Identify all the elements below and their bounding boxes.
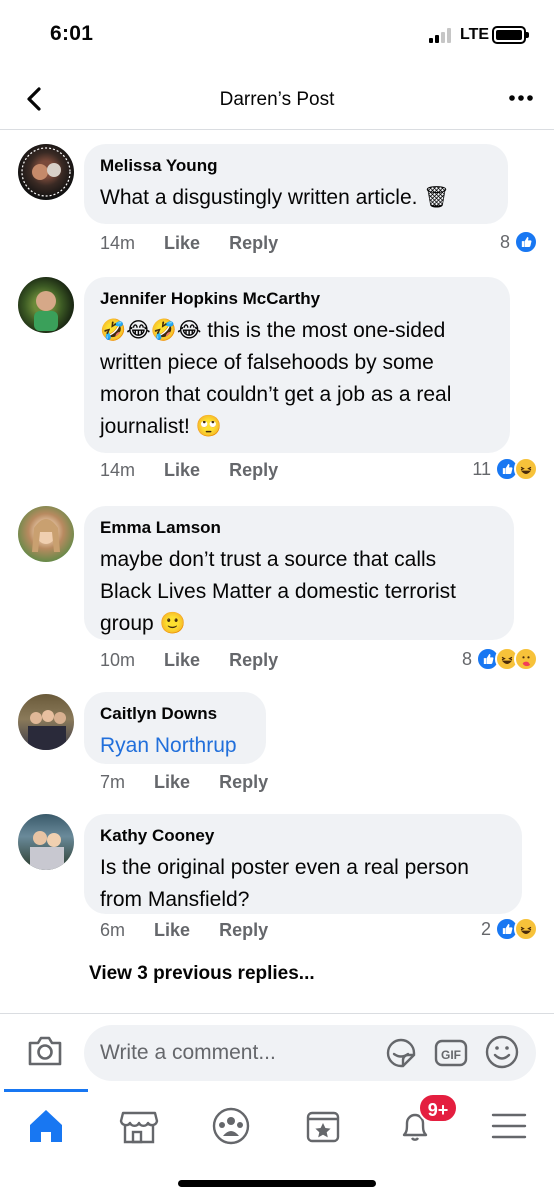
reaction-summary[interactable]: 2 <box>481 917 538 941</box>
like-button[interactable]: Like <box>164 650 200 670</box>
reaction-count: 8 <box>461 648 472 669</box>
comment-actions: 7m Like Reply <box>100 772 268 793</box>
reaction-summary[interactable]: 11 <box>472 457 538 481</box>
reply-button[interactable]: Reply <box>219 920 268 940</box>
comment-list: Melissa Young What a disgustingly writte… <box>0 130 554 1010</box>
gif-icon[interactable]: GIF <box>434 1038 468 1068</box>
marketplace-icon[interactable] <box>114 1101 164 1151</box>
comment-item: Caitlyn Downs Ryan Northrup 7m Like Repl… <box>0 690 554 800</box>
menu-icon[interactable] <box>484 1101 534 1151</box>
comment-text: maybe don’t trust a source that calls Bl… <box>100 548 456 635</box>
comment-author[interactable]: Kathy Cooney <box>100 826 506 846</box>
comment-item: Emma Lamson maybe don’t trust a source t… <box>0 502 554 682</box>
sticker-icon[interactable] <box>382 1034 420 1072</box>
comment-text: Is the original poster even a real perso… <box>100 856 469 911</box>
comment-author[interactable]: Jennifer Hopkins McCarthy <box>100 289 494 309</box>
comment-text: What a disgustingly written article. 🗑 <box>100 186 450 209</box>
like-button[interactable]: Like <box>154 920 190 940</box>
comment-actions: 14m Like Reply <box>100 460 278 481</box>
bottom-tab-bar: 9+ <box>0 1089 554 1161</box>
comment-time: 14m <box>100 233 136 253</box>
comment-text: 🤣😂🤣😂 this is the most one-sided written … <box>100 319 452 438</box>
comment-actions: 10m Like Reply <box>100 650 278 671</box>
comment-input[interactable] <box>100 1037 370 1069</box>
comment-time: 14m <box>100 460 136 480</box>
home-icon[interactable] <box>21 1101 71 1151</box>
comment-box[interactable]: GIF <box>84 1025 536 1081</box>
comment-composer: GIF <box>0 1013 554 1089</box>
comment-author[interactable]: Emma Lamson <box>100 518 498 538</box>
reaction-summary[interactable]: 8 <box>462 647 538 671</box>
comment-bubble[interactable]: Jennifer Hopkins McCarthy 🤣😂🤣😂 this is t… <box>84 277 510 453</box>
notification-badge: 9+ <box>418 1093 458 1123</box>
comment-author[interactable]: Melissa Young <box>100 156 492 176</box>
svg-text:GIF: GIF <box>441 1048 461 1062</box>
avatar[interactable] <box>18 144 74 200</box>
comment-author[interactable]: Caitlyn Downs <box>100 704 250 724</box>
camera-icon[interactable] <box>26 1034 64 1068</box>
care-reaction-icon <box>514 647 538 671</box>
reaction-count: 2 <box>480 918 491 939</box>
laughing-emoji-icon: 🤣😂🤣😂 <box>100 319 202 342</box>
like-reaction-icon <box>514 230 538 254</box>
reply-button[interactable]: Reply <box>229 650 278 670</box>
haha-reaction-icon <box>514 457 538 481</box>
avatar[interactable] <box>18 814 74 870</box>
status-bar: 6:01 LTE <box>0 0 554 72</box>
page-title: Darren’s Post <box>219 89 335 110</box>
comment-bubble[interactable]: Kathy Cooney Is the original poster even… <box>84 814 522 914</box>
active-tab-indicator <box>4 1089 88 1092</box>
reaction-count: 8 <box>499 231 510 252</box>
battery-icon <box>492 26 529 44</box>
eye-roll-emoji-icon: 🙄 <box>195 415 222 438</box>
network-label: LTE <box>460 26 490 43</box>
mention-link[interactable]: Ryan Northrup <box>100 730 250 762</box>
emoji-icon[interactable] <box>484 1034 520 1070</box>
comment-bubble[interactable]: Caitlyn Downs Ryan Northrup <box>84 692 266 764</box>
avatar[interactable] <box>18 506 74 562</box>
comment-item: Kathy Cooney Is the original poster even… <box>0 810 554 950</box>
avatar[interactable] <box>18 694 74 750</box>
home-indicator <box>178 1180 376 1187</box>
avatar[interactable] <box>18 277 74 333</box>
comment-bubble[interactable]: Emma Lamson maybe don’t trust a source t… <box>84 506 514 640</box>
reply-button[interactable]: Reply <box>229 233 278 253</box>
groups-icon[interactable] <box>206 1101 256 1151</box>
comment-actions: 6m Like Reply <box>100 920 268 941</box>
comment-actions: 14m Like Reply <box>100 233 278 254</box>
status-time: 6:01 <box>50 22 94 45</box>
like-button[interactable]: Like <box>164 233 200 253</box>
reaction-count: 11 <box>472 458 491 479</box>
comment-time: 6m <box>100 920 126 940</box>
like-button[interactable]: Like <box>154 772 190 792</box>
like-button[interactable]: Like <box>164 460 200 480</box>
comment-time: 7m <box>100 772 126 792</box>
reaction-summary[interactable]: 8 <box>500 230 538 254</box>
comment-time: 10m <box>100 650 136 670</box>
reply-button[interactable]: Reply <box>219 772 268 792</box>
smile-emoji-icon: 🙂 <box>159 612 186 635</box>
reply-button[interactable]: Reply <box>229 460 278 480</box>
post-header: Darren’s Post <box>0 72 554 130</box>
pages-icon[interactable] <box>298 1101 348 1151</box>
signal-icon <box>429 28 455 43</box>
comment-bubble[interactable]: Melissa Young What a disgustingly writte… <box>84 144 508 224</box>
comment-item: Melissa Young What a disgustingly writte… <box>0 140 554 265</box>
haha-reaction-icon <box>514 917 538 941</box>
more-icon[interactable] <box>508 88 534 108</box>
comment-item: Jennifer Hopkins McCarthy 🤣😂🤣😂 this is t… <box>0 273 554 493</box>
view-previous-replies-link[interactable]: View 3 previous replies... <box>89 963 315 985</box>
